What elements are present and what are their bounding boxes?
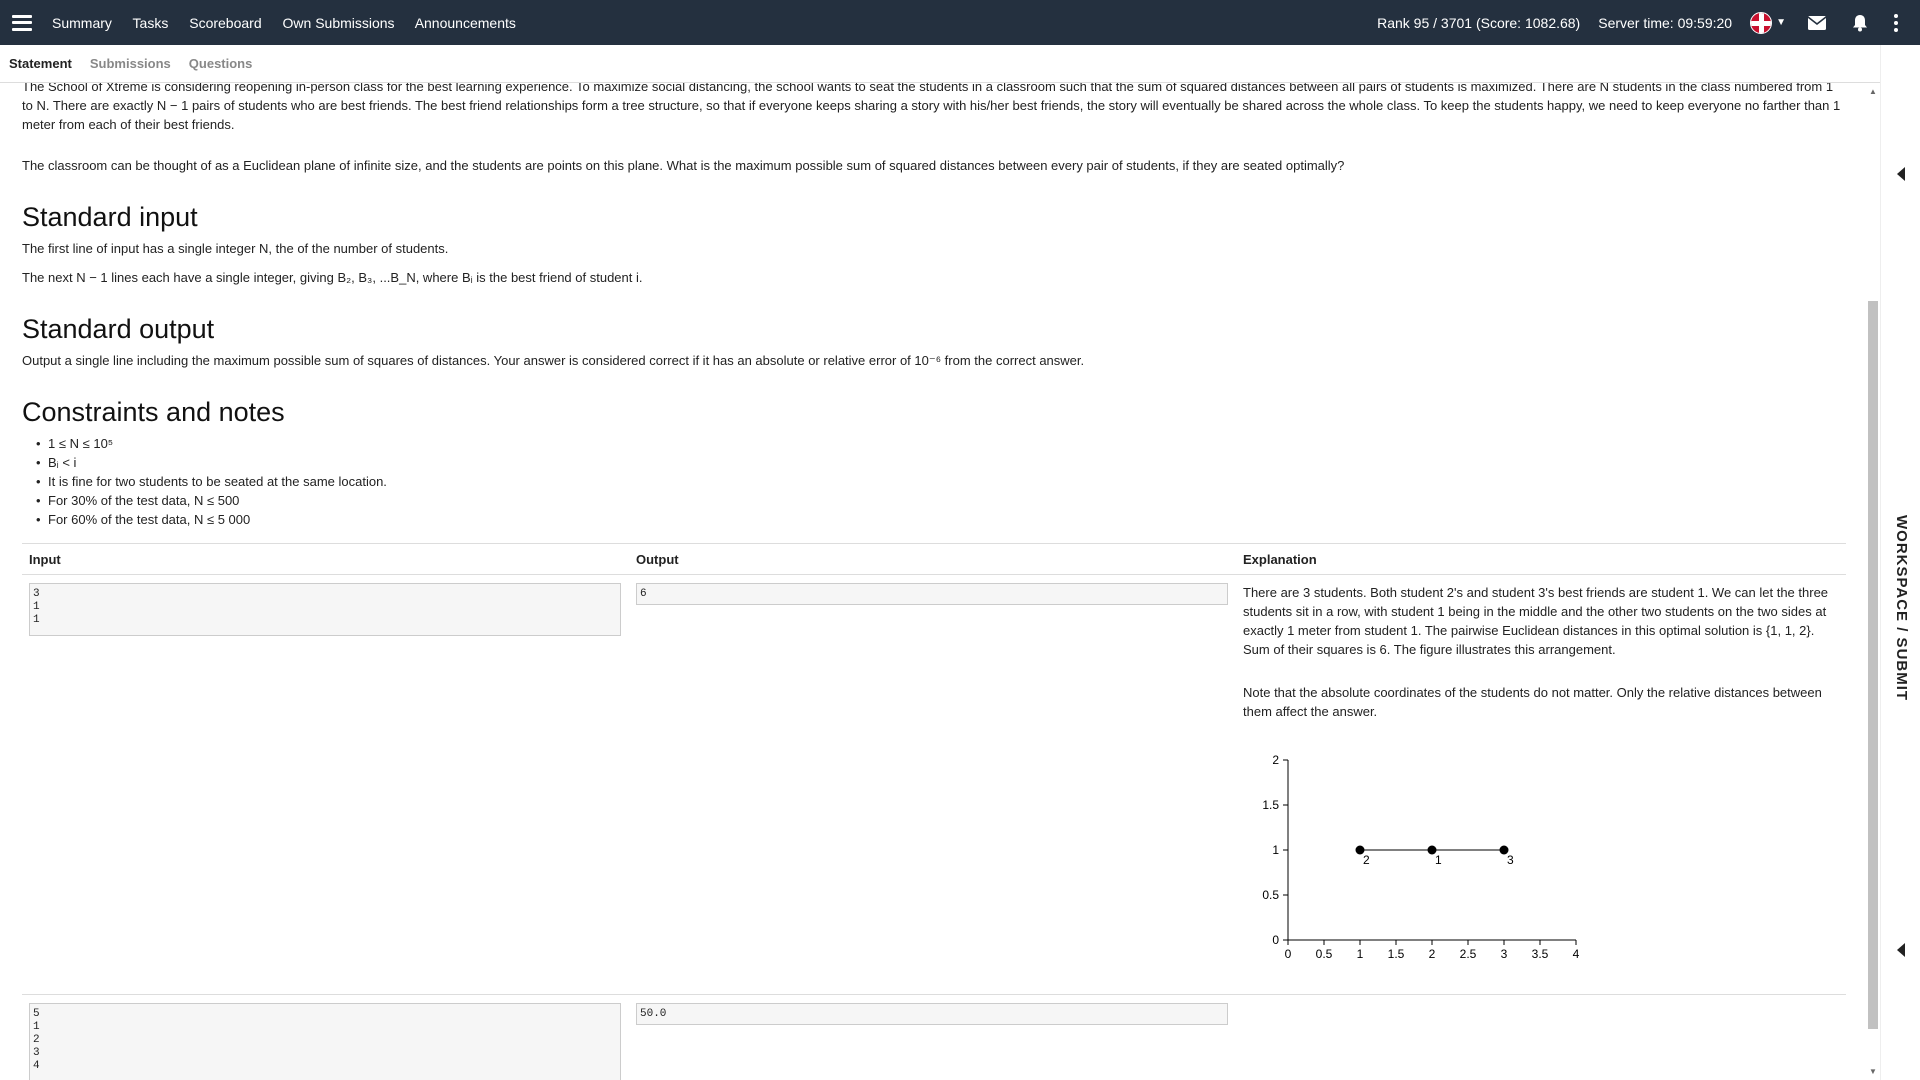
- constraints-heading: Constraints and notes: [22, 397, 285, 427]
- y-tick-label: 0: [1272, 933, 1279, 947]
- x-tick-label: 3: [1501, 947, 1508, 961]
- scroll-thumb[interactable]: [1868, 301, 1878, 1029]
- menu-icon[interactable]: [12, 14, 32, 31]
- nav-announcements[interactable]: Announcements: [415, 15, 516, 31]
- header-explanation: Explanation: [1243, 551, 1317, 567]
- scroll-up-icon[interactable]: ▲: [1869, 87, 1877, 96]
- standard-output-heading: Standard output: [22, 314, 215, 344]
- constraints-list: 1 ≤ N ≤ 10⁵ Bᵢ < i It is fine for two st…: [36, 434, 1846, 529]
- x-tick-label: 3.5: [1532, 947, 1549, 961]
- x-tick-label: 2: [1429, 947, 1436, 961]
- classroom-paragraph: The classroom can be thought of as a Euc…: [22, 158, 1345, 173]
- x-tick-label: 1.5: [1388, 947, 1405, 961]
- subtabs: Statement Submissions Questions: [0, 45, 1900, 83]
- explanation-paragraph-1: There are 3 students. Both student 2's a…: [1243, 585, 1829, 657]
- x-tick-label: 0.5: [1316, 947, 1333, 961]
- example-row-1: 3 1 1 6 There are 3 students. Both stude…: [22, 575, 1846, 995]
- example-output-box[interactable]: 50.0: [636, 1003, 1228, 1025]
- examples-table: Input Output Explanation 3 1 1 6 There a…: [22, 543, 1846, 1080]
- statement-content: The School of Xtreme is considering reop…: [22, 83, 1846, 1080]
- scroll-down-icon[interactable]: ▼: [1869, 1067, 1877, 1076]
- intro-line-2: exactly N − 1 pairs of students who are …: [22, 98, 1841, 132]
- x-tick-label: 4: [1573, 947, 1580, 961]
- tab-submissions[interactable]: Submissions: [81, 56, 180, 71]
- main-nav: Summary Tasks Scoreboard Own Submissions…: [52, 15, 533, 31]
- mail-icon[interactable]: [1808, 15, 1826, 30]
- workspace-side-panel: WORKSPACE / SUBMIT: [1880, 45, 1920, 1080]
- intro-paragraph: The School of Xtreme is considering reop…: [22, 83, 1846, 134]
- y-tick-label: 1.5: [1262, 798, 1279, 812]
- expand-arrow-icon[interactable]: [1897, 943, 1905, 957]
- std-input-line-2: The next N − 1 lines each have a single …: [22, 270, 643, 285]
- rank-info: Rank 95 / 3701 (Score: 1082.68): [1377, 14, 1581, 31]
- y-tick-label: 0.5: [1262, 888, 1279, 902]
- workspace-submit-toggle[interactable]: WORKSPACE / SUBMIT: [1893, 515, 1910, 701]
- tab-statement[interactable]: Statement: [0, 56, 81, 71]
- tab-questions[interactable]: Questions: [180, 56, 262, 71]
- example-row-2: 5 1 2 3 4 50.0: [22, 995, 1846, 1080]
- bell-icon[interactable]: [1852, 14, 1868, 32]
- x-tick-label: 2.5: [1460, 947, 1477, 961]
- constraint-item: For 30% of the test data, N ≤ 500: [36, 491, 1846, 510]
- server-time: Server time: 09:59:20: [1598, 14, 1733, 31]
- student-label: 3: [1507, 853, 1514, 867]
- example-input-box[interactable]: 5 1 2 3 4: [29, 1003, 621, 1080]
- collapse-arrow-icon[interactable]: [1897, 167, 1905, 181]
- std-input-line-1: The first line of input has a single int…: [22, 241, 449, 256]
- std-output-line: Output a single line including the maxim…: [22, 353, 1085, 368]
- chevron-down-icon[interactable]: ▼: [1776, 17, 1786, 28]
- student-label: 2: [1363, 853, 1370, 867]
- header-input: Input: [29, 551, 61, 567]
- nav-scoreboard[interactable]: Scoreboard: [189, 15, 261, 31]
- top-right-area: Rank 95 / 3701 (Score: 1082.68) Server t…: [1377, 0, 1920, 45]
- more-options-icon[interactable]: [1894, 13, 1898, 32]
- example-output-box[interactable]: 6: [636, 583, 1228, 605]
- nav-own-submissions[interactable]: Own Submissions: [283, 15, 395, 31]
- student-label: 1: [1435, 853, 1442, 867]
- arrangement-plot: 0 0.5 1 1.5 2 2.5 3 3.5 4 0 0.5 1 1.5 2 2 1 3: [1262, 753, 1580, 961]
- constraint-item: 1 ≤ N ≤ 10⁵: [36, 434, 1846, 453]
- uk-flag-icon[interactable]: [1750, 11, 1773, 34]
- top-navbar: Summary Tasks Scoreboard Own Submissions…: [0, 0, 1920, 45]
- constraint-item: For 60% of the test data, N ≤ 5 000: [36, 510, 1846, 529]
- nav-summary[interactable]: Summary: [52, 15, 112, 31]
- standard-input-heading: Standard input: [22, 202, 198, 232]
- example-input-box[interactable]: 3 1 1: [29, 583, 621, 636]
- x-tick-label: 0: [1285, 947, 1292, 961]
- example-explanation: There are 3 students. Both student 2's a…: [1236, 583, 1846, 994]
- nav-tasks[interactable]: Tasks: [133, 15, 169, 31]
- y-tick-label: 1: [1272, 843, 1279, 857]
- header-output: Output: [636, 551, 679, 567]
- vertical-scrollbar[interactable]: ▲ ▼: [1866, 83, 1880, 1080]
- constraint-item: It is fine for two students to be seated…: [36, 472, 1846, 491]
- x-tick-label: 1: [1357, 947, 1364, 961]
- constraint-item: Bᵢ < i: [36, 453, 1846, 472]
- explanation-paragraph-2: Note that the absolute coordinates of th…: [1243, 685, 1822, 719]
- y-tick-label: 2: [1272, 753, 1279, 767]
- examples-header: Input Output Explanation: [22, 543, 1846, 575]
